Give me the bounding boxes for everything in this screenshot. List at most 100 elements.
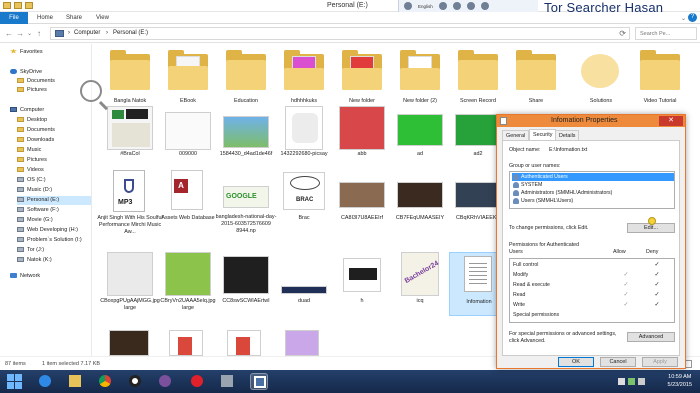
folder-icon[interactable] bbox=[3, 2, 11, 9]
search-input[interactable]: Search Pe... bbox=[635, 27, 697, 40]
close-icon[interactable]: ✕ bbox=[659, 116, 683, 126]
taskbar-viber[interactable] bbox=[156, 373, 174, 390]
properties-icon[interactable] bbox=[14, 2, 22, 9]
folder-item[interactable]: New folder bbox=[333, 48, 391, 108]
image-item[interactable]: CA8I3I7U8AEEIrf bbox=[333, 168, 391, 248]
nav-music[interactable]: Music bbox=[17, 146, 41, 155]
nav-drive-d[interactable]: Music (D:) bbox=[17, 186, 52, 195]
image-item[interactable]: 009000 bbox=[159, 106, 217, 158]
folder-item[interactable]: hdhhhkuks bbox=[275, 48, 333, 108]
forward-arrow-icon[interactable]: → bbox=[16, 29, 24, 38]
back-arrow-icon[interactable]: ← bbox=[5, 29, 13, 38]
group-item[interactable]: Authenticated Users bbox=[512, 173, 674, 181]
globe-icon[interactable] bbox=[404, 2, 412, 10]
clock[interactable]: 10:59 AM 5/23/2015 bbox=[668, 373, 692, 389]
tab-file[interactable]: File bbox=[0, 12, 28, 24]
help-icon[interactable]: ? bbox=[688, 13, 697, 22]
tab-security[interactable]: Security bbox=[529, 129, 557, 140]
group-item[interactable]: SYSTEM bbox=[512, 181, 674, 189]
image-item[interactable]: 1432292680-picsay bbox=[275, 106, 333, 158]
nav-skydrive[interactable]: SkyDrive bbox=[10, 68, 42, 77]
nav-drive-k[interactable]: Natok (K:) bbox=[17, 256, 52, 265]
tray-arrow-icon[interactable] bbox=[618, 378, 625, 385]
nav-drive-g[interactable]: Movie (G:) bbox=[17, 216, 53, 225]
taskbar-recorder[interactable] bbox=[250, 373, 268, 390]
folder-item[interactable]: EBook bbox=[159, 48, 217, 108]
network-icon[interactable] bbox=[628, 378, 635, 385]
nav-documents[interactable]: Documents bbox=[17, 126, 55, 135]
taskbar-panda[interactable] bbox=[126, 373, 144, 390]
keyboard-icon[interactable] bbox=[452, 2, 461, 10]
folder-item[interactable]: Bangla Natok bbox=[101, 48, 159, 108]
folder-item[interactable]: Screen Record bbox=[449, 48, 507, 108]
taskbar-chrome[interactable] bbox=[96, 373, 114, 390]
media-item[interactable] bbox=[275, 328, 333, 356]
image-item[interactable]: 1584430_d4ad1de46f bbox=[217, 106, 275, 158]
nav-drive-c[interactable]: OS (C:) bbox=[17, 176, 46, 185]
settings-icon[interactable] bbox=[438, 2, 447, 10]
refresh-icon[interactable]: ⟳ bbox=[619, 29, 626, 38]
nav-computer[interactable]: Computer bbox=[10, 106, 44, 115]
folder-item[interactable]: New folder (2) bbox=[391, 48, 449, 108]
recent-locations-icon[interactable]: ⌄ bbox=[27, 30, 32, 37]
image-item[interactable]: ad bbox=[391, 106, 449, 158]
pdf-item[interactable] bbox=[159, 328, 217, 356]
nav-network[interactable]: Network bbox=[10, 272, 40, 281]
image-item[interactable]: CBoxpgPUgAAjMGG.jpg large bbox=[100, 252, 160, 316]
nav-pictures[interactable]: Pictures bbox=[17, 156, 47, 165]
help-icon[interactable] bbox=[480, 2, 489, 10]
image-item[interactable] bbox=[101, 328, 159, 356]
volume-icon[interactable] bbox=[638, 378, 645, 385]
pen-icon[interactable] bbox=[466, 2, 475, 10]
audio-item[interactable]: MP3 Anjit Singh With His Soulful Perform… bbox=[97, 168, 163, 248]
image-item[interactable]: #BraCol bbox=[101, 106, 159, 158]
taskbar-ie[interactable] bbox=[36, 373, 54, 390]
image-item[interactable]: BRAC Brac bbox=[275, 168, 333, 248]
taskbar-app[interactable] bbox=[218, 373, 236, 390]
nav-drive-e[interactable]: Personal (E:) bbox=[17, 196, 91, 205]
nav-downloads[interactable]: Downloads bbox=[17, 136, 54, 145]
nav-skydrive-pictures[interactable]: Pictures bbox=[17, 86, 47, 95]
nav-drive-i[interactable]: Problem`s Solution (I:) bbox=[17, 236, 82, 245]
image-item[interactable]: CC8swSCWIAErtwI bbox=[217, 252, 275, 316]
folder-item[interactable]: Video Tutorial bbox=[631, 48, 689, 108]
nav-skydrive-documents[interactable]: Documents bbox=[17, 77, 55, 86]
expand-ribbon-icon[interactable]: ⌄ bbox=[681, 15, 686, 22]
folder-item[interactable]: Solutions bbox=[572, 48, 630, 108]
image-item[interactable]: Bachelor24 icq bbox=[391, 252, 449, 316]
database-item[interactable]: A Assets Web Database bbox=[159, 168, 217, 248]
up-arrow-icon[interactable]: ↑ bbox=[37, 29, 41, 38]
image-item[interactable]: GOOGLE bangladesh-national-day-2015-6035… bbox=[216, 168, 276, 248]
image-item[interactable]: CBryVn2UAAA5elq.jpg large bbox=[159, 252, 217, 316]
address-bar[interactable]: › Computer › Personal (E:) ⟳ bbox=[50, 27, 630, 40]
image-item[interactable]: duad bbox=[275, 252, 333, 316]
advanced-button[interactable]: Advanced bbox=[627, 332, 675, 342]
cancel-button[interactable]: Cancel bbox=[600, 357, 636, 367]
tab-details[interactable]: Details bbox=[555, 130, 580, 140]
dialog-title-bar[interactable]: Infomation Properties ✕ bbox=[497, 115, 685, 127]
tab-share[interactable]: Share bbox=[66, 12, 82, 24]
group-item[interactable]: Administrators (SMMHL\Administrators) bbox=[512, 189, 674, 197]
tab-view[interactable]: View bbox=[96, 12, 109, 24]
taskbar-explorer[interactable] bbox=[66, 373, 84, 390]
apply-button[interactable]: Apply bbox=[642, 357, 678, 367]
group-list[interactable]: Authenticated Users SYSTEM Administrator… bbox=[509, 171, 675, 209]
new-folder-icon[interactable] bbox=[25, 2, 33, 9]
start-button[interactable] bbox=[7, 374, 22, 389]
quick-access-toolbar[interactable] bbox=[3, 2, 43, 10]
nav-drive-j[interactable]: Tor (J:) bbox=[17, 246, 44, 255]
nav-drive-h[interactable]: Web Developing (H:) bbox=[17, 226, 78, 235]
breadcrumb-computer[interactable]: Computer bbox=[74, 30, 100, 36]
nav-desktop[interactable]: Desktop bbox=[17, 116, 47, 125]
taskbar-opera[interactable] bbox=[188, 373, 206, 390]
breadcrumb-personal[interactable]: Personal (E:) bbox=[113, 30, 148, 36]
language-label[interactable]: English bbox=[418, 4, 433, 9]
group-item[interactable]: Users (SMMHL\Users) bbox=[512, 197, 674, 205]
nav-favorites[interactable]: Favorites bbox=[10, 48, 43, 57]
image-item[interactable]: h bbox=[333, 252, 391, 316]
pdf-item[interactable] bbox=[217, 328, 275, 356]
folder-item[interactable]: Education bbox=[217, 48, 275, 108]
ok-button[interactable]: OK bbox=[558, 357, 594, 367]
image-item[interactable]: abb bbox=[333, 106, 391, 158]
nav-videos[interactable]: Videos bbox=[17, 166, 44, 175]
